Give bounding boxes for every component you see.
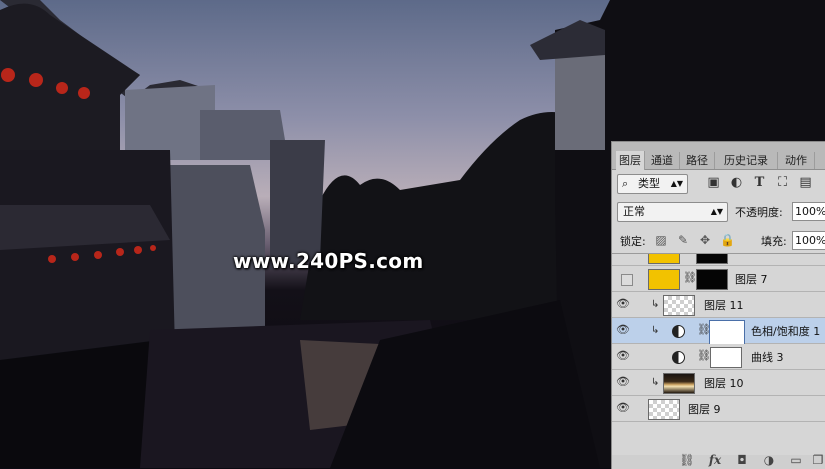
image-filter-icon[interactable]: ▣ <box>706 175 721 190</box>
filter-row: ⌕ 类型 ▲▼ ▣ ◐ T ⛶ ▤ <box>612 173 825 195</box>
eye-icon[interactable]: 👁 <box>616 349 630 363</box>
adjustment-filter-icon[interactable]: ◐ <box>729 175 744 190</box>
link-chain-icon[interactable]: ⛓ <box>683 271 697 284</box>
layer-name: 图层 9 <box>688 403 721 416</box>
add-mask-icon[interactable]: ◘ <box>734 452 750 468</box>
new-layer-icon[interactable]: ❐ <box>810 452 825 468</box>
fx-icon[interactable]: fx <box>707 452 723 468</box>
eye-icon[interactable]: 👁 <box>616 375 630 389</box>
eye-icon[interactable]: 👁 <box>616 401 630 415</box>
fill-field[interactable]: 100% <box>792 231 825 250</box>
layer-name: 色相/饱和度 1 <box>751 325 821 338</box>
layer-row-11[interactable]: 👁 ↳ 图层 11 <box>612 292 825 318</box>
smart-object-filter-icon[interactable]: ▤ <box>798 175 813 190</box>
layer-row-10[interactable]: 👁 ↳ 图层 10 <box>612 370 825 396</box>
tab-layers[interactable]: 图层 <box>616 151 645 170</box>
blend-row: 正常 ▲▼ 不透明度: 100% <box>612 201 825 223</box>
fill-label: 填充: <box>761 235 787 248</box>
link-chain-icon[interactable]: ⛓ <box>697 349 711 362</box>
updown-arrow-icon: ▲▼ <box>710 207 723 216</box>
visibility-toggle-off[interactable] <box>621 274 633 286</box>
layer-thumbnail <box>663 373 695 394</box>
layer-mask-thumbnail <box>696 254 728 264</box>
layer-name: 曲线 3 <box>751 351 784 364</box>
layer-mask-thumbnail <box>696 269 728 290</box>
layers-panel: 图层 通道 路径 历史记录 动作 ⌕ 类型 ▲▼ ▣ ◐ T ⛶ ▤ 正常 ▲▼… <box>611 141 825 469</box>
link-layers-icon[interactable]: ⛓ <box>679 452 695 468</box>
lock-label: 锁定: <box>620 235 646 248</box>
updown-arrow-icon: ▲▼ <box>670 179 683 188</box>
layer-name: 图层 7 <box>735 273 768 286</box>
panel-tab-bar: 图层 通道 路径 历史记录 动作 <box>612 142 825 170</box>
opacity-label: 不透明度: <box>735 206 783 219</box>
lock-all-icon[interactable]: 🔒 <box>720 233 735 247</box>
link-chain-icon[interactable]: ⛓ <box>697 323 711 336</box>
eye-icon[interactable]: 👁 <box>616 323 630 337</box>
layer-mask-thumbnail <box>710 347 742 368</box>
layer-row-7[interactable]: ⛓ 图层 7 <box>612 266 825 292</box>
adjustment-layer-icon <box>672 351 685 364</box>
tab-channels[interactable]: 通道 <box>645 152 680 169</box>
lock-position-move-icon[interactable]: ✥ <box>698 233 712 247</box>
new-adjustment-icon[interactable]: ◑ <box>761 452 777 468</box>
eye-icon[interactable]: 👁 <box>616 297 630 311</box>
search-icon: ⌕ <box>622 177 629 190</box>
adjustment-layer-icon <box>672 325 685 338</box>
blend-mode-label: 正常 <box>623 205 645 218</box>
tab-history[interactable]: 历史记录 <box>715 152 778 169</box>
tab-paths[interactable]: 路径 <box>680 152 715 169</box>
lock-image-brush-icon[interactable]: ✎ <box>676 233 690 247</box>
layer-row-curves[interactable]: 👁 ⛓ 曲线 3 <box>612 344 825 370</box>
layer-thumbnail <box>648 254 680 264</box>
layer-row-9[interactable]: 👁 图层 9 <box>612 396 825 422</box>
clipping-arrow-icon: ↳ <box>651 299 660 310</box>
type-filter-icon[interactable]: T <box>752 175 767 190</box>
layer-row-hue-saturation[interactable]: 👁 ↳ ⛓ 色相/饱和度 1 <box>612 318 825 345</box>
filter-kind-select[interactable]: ⌕ 类型 ▲▼ <box>617 174 688 194</box>
layer-thumbnail <box>648 269 680 290</box>
panel-bottom-bar: ⛓ fx ◘ ◑ ▭ ❐ <box>612 452 825 469</box>
layer-row-partial[interactable] <box>612 254 825 266</box>
lock-transparent-icon[interactable]: ▨ <box>654 233 668 247</box>
watermark-text: www.240PS.com <box>233 249 424 273</box>
layers-list: ⛓ 图层 7 👁 ↳ 图层 11 👁 ↳ ⛓ 色相/饱和度 1 👁 ⛓ 曲线 3 <box>612 253 825 456</box>
blend-mode-select[interactable]: 正常 ▲▼ <box>617 202 728 222</box>
clipping-arrow-icon: ↳ <box>651 377 660 388</box>
layer-thumbnail <box>663 295 695 316</box>
shape-filter-icon[interactable]: ⛶ <box>775 175 790 190</box>
lock-row: 锁定: ▨ ✎ ✥ 🔒 填充: 100% <box>612 230 825 252</box>
layer-mask-thumbnail <box>709 320 745 345</box>
clipping-arrow-icon: ↳ <box>651 325 660 336</box>
layer-name: 图层 11 <box>704 299 744 312</box>
filter-kind-label: 类型 <box>638 177 660 190</box>
layer-name: 图层 10 <box>704 377 744 390</box>
tab-actions[interactable]: 动作 <box>778 152 815 169</box>
layer-thumbnail <box>648 399 680 420</box>
opacity-field[interactable]: 100% <box>792 202 825 221</box>
new-group-icon[interactable]: ▭ <box>788 452 804 468</box>
